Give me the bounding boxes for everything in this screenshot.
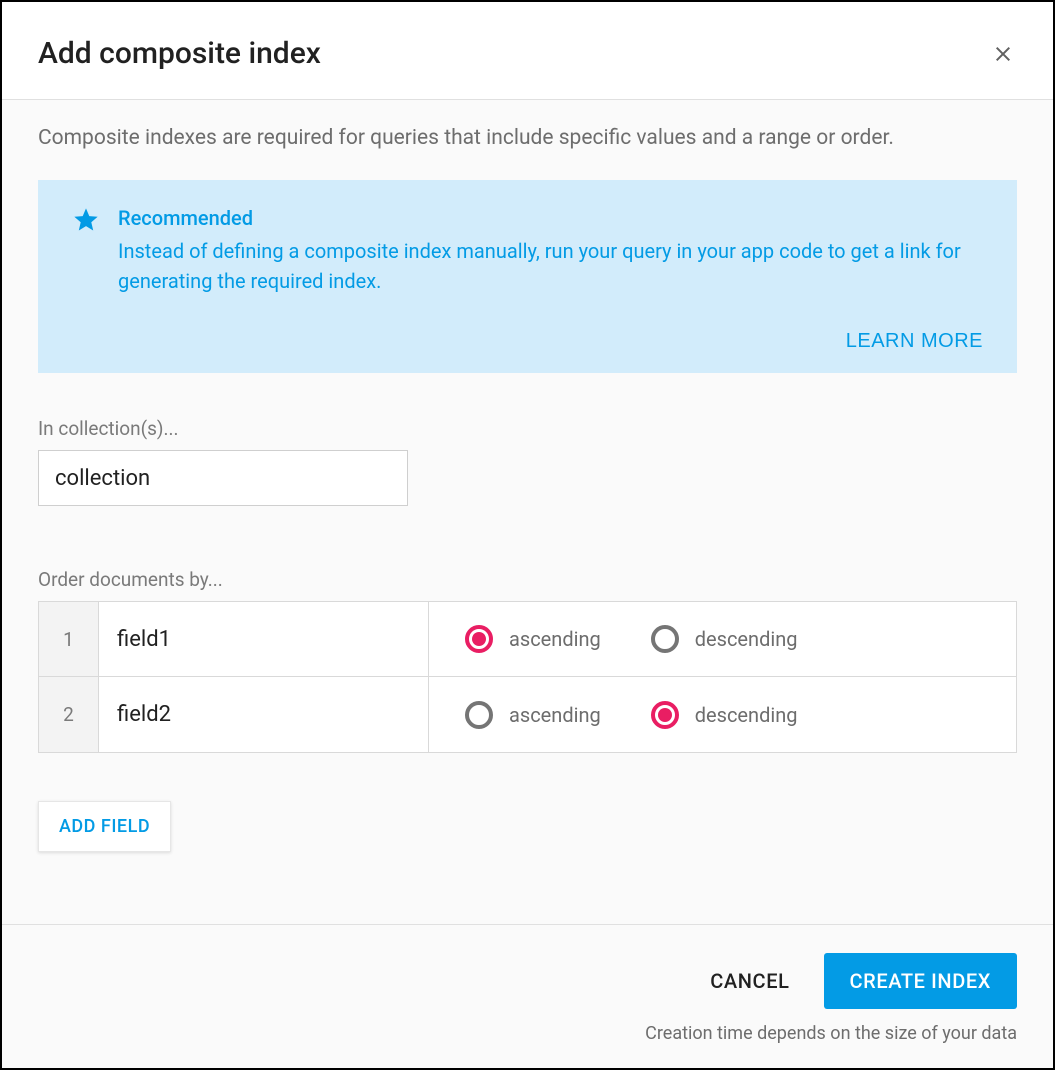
row-direction-radios: ascending descending [429, 602, 1016, 676]
radio-checked-icon [651, 701, 679, 729]
order-row: 2 ascending descending [39, 677, 1016, 752]
order-table: 1 ascending descending 2 [38, 601, 1017, 753]
star-icon [72, 206, 100, 234]
info-box-description: Instead of defining a composite index ma… [118, 236, 983, 296]
learn-more-link[interactable]: LEARN MORE [846, 330, 983, 353]
close-icon [991, 42, 1015, 66]
order-group: Order documents by... 1 ascending descen… [38, 568, 1017, 753]
collection-input[interactable] [38, 450, 408, 506]
radio-label: descending [695, 627, 798, 651]
collection-label: In collection(s)... [38, 417, 1017, 440]
radio-label: descending [695, 703, 798, 727]
descending-radio[interactable]: descending [651, 701, 798, 729]
order-row: 1 ascending descending [39, 602, 1016, 677]
field-name-input[interactable] [99, 677, 429, 752]
intro-text: Composite indexes are required for queri… [38, 126, 1017, 150]
close-button[interactable] [989, 40, 1017, 68]
create-index-button[interactable]: CREATE INDEX [824, 953, 1017, 1009]
radio-checked-icon [465, 625, 493, 653]
radio-unchecked-icon [465, 701, 493, 729]
add-composite-index-dialog: Add composite index Composite indexes ar… [0, 0, 1055, 1070]
cancel-button[interactable]: CANCEL [710, 969, 789, 993]
dialog-header: Add composite index [2, 2, 1053, 100]
dialog-body: Composite indexes are required for queri… [2, 100, 1053, 924]
field-name-input[interactable] [99, 602, 429, 676]
info-box-content: Recommended Instead of defining a compos… [72, 206, 983, 296]
info-box-title: Recommended [118, 206, 983, 230]
footer-buttons: CANCEL CREATE INDEX [38, 953, 1017, 1009]
footer-note: Creation time depends on the size of you… [38, 1023, 1017, 1044]
collection-group: In collection(s)... [38, 417, 1017, 506]
radio-label: ascending [509, 703, 601, 727]
ascending-radio[interactable]: ascending [465, 701, 601, 729]
dialog-footer: CANCEL CREATE INDEX Creation time depend… [2, 924, 1053, 1068]
row-direction-radios: ascending descending [429, 677, 1016, 752]
ascending-radio[interactable]: ascending [465, 625, 601, 653]
radio-label: ascending [509, 627, 601, 651]
descending-radio[interactable]: descending [651, 625, 798, 653]
dialog-title: Add composite index [38, 36, 321, 71]
row-number: 2 [39, 677, 99, 752]
row-number: 1 [39, 602, 99, 676]
recommended-info-box: Recommended Instead of defining a compos… [38, 180, 1017, 373]
order-label: Order documents by... [38, 568, 1017, 591]
radio-unchecked-icon [651, 625, 679, 653]
add-field-button[interactable]: ADD FIELD [38, 801, 171, 852]
